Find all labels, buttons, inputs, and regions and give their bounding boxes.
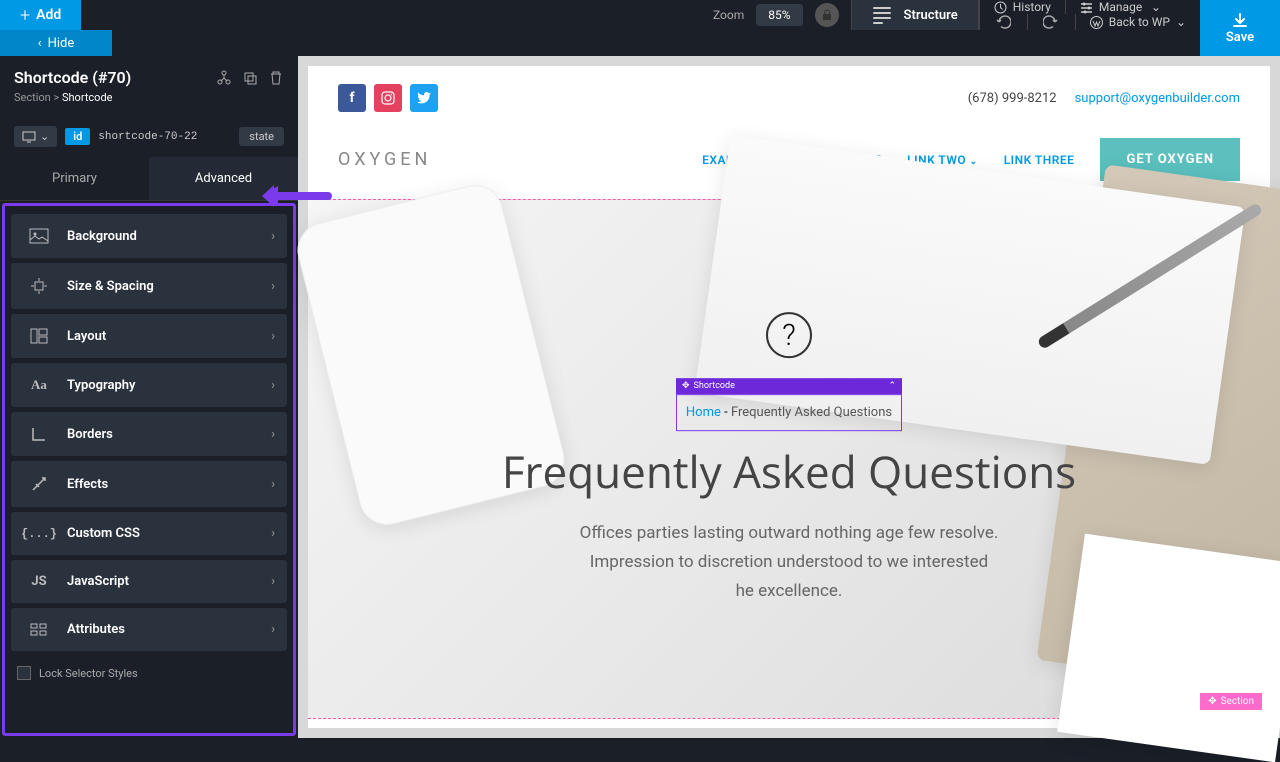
layout-icon — [23, 328, 55, 344]
save-icon — [1231, 12, 1249, 30]
adv-attributes[interactable]: Attributes› — [11, 608, 287, 651]
back-to-wp-button[interactable]: Back to WP⌄ — [1075, 14, 1200, 30]
image-icon — [23, 228, 55, 244]
manage-icon — [1080, 1, 1093, 14]
email-link[interactable]: support@oxygenbuilder.com — [1075, 91, 1240, 106]
typography-icon: Aa — [23, 377, 55, 393]
logo[interactable]: OXYGEN — [338, 149, 431, 170]
selector-name[interactable]: shortcode-70-22 — [98, 131, 197, 143]
page-preview: f (678) 999-8212 support@oxygenbuilder.c… — [308, 66, 1270, 728]
chevron-down-icon: ⌄ — [40, 130, 49, 143]
chevron-right-icon: › — [271, 526, 275, 541]
spacing-icon — [23, 277, 55, 295]
move-icon: ✥ — [682, 381, 690, 391]
lock-selector-styles[interactable]: Lock Selector Styles — [11, 656, 287, 690]
question-icon: ? — [766, 312, 812, 358]
breadcrumb: Section > Shortcode — [14, 91, 284, 104]
hero-section[interactable]: ? ✥ Shortcode ⌃ Home - Frequently Asked … — [308, 199, 1270, 719]
chevron-right-icon: › — [271, 229, 275, 244]
section-chip[interactable]: ✥Section — [1200, 693, 1262, 710]
chevron-right-icon: › — [271, 427, 275, 442]
move-icon: ✥ — [1208, 696, 1216, 707]
adv-custom-css[interactable]: {...}Custom CSS› — [11, 512, 287, 555]
sidebar: Shortcode (#70) Section > Shortcode ⌄ id… — [0, 56, 298, 738]
chevron-right-icon: › — [271, 477, 275, 492]
hide-button[interactable]: ‹Hide — [0, 30, 112, 56]
chevron-right-icon: › — [271, 279, 275, 294]
phone-number: (678) 999-8212 — [968, 91, 1057, 106]
duplicate-icon[interactable] — [242, 70, 258, 86]
js-icon: JS — [23, 574, 55, 589]
lock-icon[interactable] — [815, 3, 839, 27]
shortcode-chip[interactable]: ✥ Shortcode ⌃ — [676, 378, 902, 394]
chevron-down-icon: ⌄ — [1151, 0, 1161, 14]
chevron-right-icon: › — [271, 329, 275, 344]
wordpress-icon — [1090, 16, 1103, 29]
arrow-indicator — [262, 183, 332, 209]
chevron-down-icon: ⌄ — [970, 157, 978, 167]
structure-icon — [872, 5, 892, 25]
adv-borders[interactable]: Borders› — [11, 412, 287, 456]
trash-icon[interactable] — [268, 70, 284, 86]
chevron-right-icon: › — [271, 378, 275, 393]
zoom-label: Zoom — [713, 8, 744, 22]
device-selector[interactable]: ⌄ — [14, 126, 57, 147]
zoom-value[interactable]: 85% — [756, 4, 802, 26]
chevron-right-icon: › — [271, 622, 275, 637]
chevron-left-icon: ‹ — [38, 36, 42, 51]
adv-effects[interactable]: Effects› — [11, 461, 287, 507]
id-badge[interactable]: id — [65, 128, 90, 145]
structure-button[interactable]: Structure — [851, 0, 979, 30]
css-icon: {...} — [23, 527, 55, 541]
effects-icon — [23, 475, 55, 493]
undo-button[interactable] — [979, 14, 1027, 30]
checkbox[interactable] — [17, 666, 31, 680]
adv-layout[interactable]: Layout› — [11, 314, 287, 358]
state-button[interactable]: state — [239, 127, 284, 146]
twitter-icon[interactable] — [410, 84, 438, 112]
tab-primary[interactable]: Primary — [0, 157, 149, 200]
chevron-right-icon: › — [271, 574, 275, 589]
chevron-down-icon: ⌄ — [1176, 15, 1186, 29]
structure-label: Structure — [904, 8, 958, 23]
redo-button[interactable] — [1027, 14, 1075, 30]
breadcrumb-box[interactable]: Home - Frequently Asked Questions — [676, 394, 902, 431]
facebook-icon[interactable]: f — [338, 84, 366, 112]
add-button[interactable]: + Add — [0, 0, 81, 30]
lead-text: Offices parties lasting outward nothing … — [579, 519, 999, 606]
element-title: Shortcode (#70) — [14, 68, 131, 87]
history-icon — [994, 1, 1007, 14]
adv-background[interactable]: Background› — [11, 214, 287, 258]
adv-size-spacing[interactable]: Size & Spacing› — [11, 263, 287, 309]
plus-icon: + — [20, 5, 30, 26]
adv-javascript[interactable]: JSJavaScript› — [11, 560, 287, 603]
attributes-icon — [23, 623, 55, 637]
adv-typography[interactable]: AaTypography› — [11, 363, 287, 407]
desktop-icon — [22, 131, 36, 143]
chevron-up-icon: ⌃ — [888, 381, 896, 391]
tree-icon[interactable] — [216, 70, 232, 86]
nav-link[interactable]: LINK THREE — [1004, 153, 1075, 167]
canvas[interactable]: f (678) 999-8212 support@oxygenbuilder.c… — [298, 56, 1280, 738]
add-label: Add — [36, 7, 61, 23]
advanced-panel: Background› Size & Spacing› Layout› AaTy… — [2, 203, 296, 736]
bc-home-link[interactable]: Home — [686, 405, 721, 420]
instagram-icon[interactable] — [374, 84, 402, 112]
manage-button[interactable]: Manage⌄ — [1065, 0, 1175, 14]
page-title: Frequently Asked Questions — [479, 441, 1099, 501]
borders-icon — [23, 426, 55, 442]
save-button[interactable]: Save — [1200, 0, 1280, 56]
history-button[interactable]: History — [979, 0, 1065, 14]
